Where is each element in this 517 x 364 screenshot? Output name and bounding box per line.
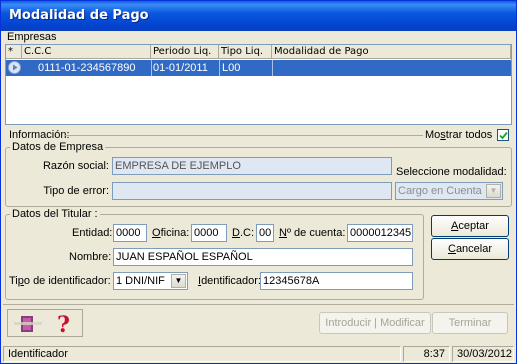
cell-divider <box>151 60 152 76</box>
razon-social-field[interactable]: EMPRESA DE EJEMPLO <box>112 157 392 175</box>
col-header-marker[interactable]: * <box>6 45 22 59</box>
help-icon[interactable]: ? <box>52 312 76 338</box>
razon-social-label: Razón social: <box>42 160 109 172</box>
col-header-ccc[interactable]: C.C.C <box>22 45 151 59</box>
app-window: Modalidad de Pago Empresas * C.C.C Perio… <box>0 0 517 364</box>
col-header-periodo[interactable]: Periodo Liq. <box>151 45 219 59</box>
chevron-down-icon[interactable]: ▼ <box>171 274 186 288</box>
introducir-modificar-button[interactable]: Introducir | Modificar <box>319 312 431 334</box>
cell-divider <box>219 60 220 76</box>
empresas-grid[interactable]: * C.C.C Periodo Liq. Tipo Liq. Modalidad… <box>5 44 512 125</box>
oficina-field[interactable]: 0000 <box>191 224 227 242</box>
window-title: Modalidad de Pago <box>9 8 149 23</box>
empresas-group-label: Empresas <box>7 31 57 43</box>
divider <box>65 135 423 136</box>
aceptar-button[interactable]: Aceptar <box>431 215 509 237</box>
tipo-identificador-select[interactable]: 1 DNI/NIF ▼ <box>113 272 188 290</box>
divider <box>3 304 514 305</box>
oficina-label: Oficina: <box>152 227 190 239</box>
cell-divider <box>272 60 273 76</box>
check-icon <box>499 131 508 140</box>
identificador-label: Identificador: <box>198 275 261 287</box>
cell-periodo: 01-01/2011 <box>153 62 208 74</box>
toolbar-panel: ? <box>7 309 83 338</box>
nombre-field[interactable]: JUAN ESPAÑOL ESPAÑOL <box>113 248 413 266</box>
status-bar: Identificador 8:37 30/03/2012 <box>1 344 516 363</box>
cuenta-label: Nº de cuenta: <box>279 227 346 239</box>
tipo-identificador-value: 1 DNI/NIF <box>116 275 165 287</box>
datos-empresa-legend: Datos de Empresa <box>12 141 104 153</box>
tipo-error-label: Tipo de error: <box>43 185 109 197</box>
terminar-button[interactable]: Terminar <box>432 312 508 334</box>
tipo-identificador-label: Tipo de identificador: <box>9 275 111 287</box>
svg-text:?: ? <box>57 312 70 336</box>
identificador-field[interactable]: 12345678A <box>260 272 413 290</box>
status-field: Identificador <box>3 346 401 362</box>
entidad-field[interactable]: 0000 <box>113 224 147 242</box>
status-time: 8:37 <box>403 346 450 362</box>
col-header-modalidad[interactable]: Modalidad de Pago <box>272 45 511 59</box>
seleccione-modalidad-label: Seleccione modalidad: <box>396 166 507 178</box>
cancelar-button[interactable]: Cancelar <box>431 238 509 260</box>
cuenta-field[interactable]: 0000012345 <box>347 224 413 242</box>
toolbox-icon[interactable] <box>13 314 43 334</box>
entidad-label: Entidad: <box>72 227 113 239</box>
play-circle-icon <box>8 61 21 74</box>
title-bar[interactable]: Modalidad de Pago <box>1 1 516 31</box>
mostrar-todos-label[interactable]: Mostrar todos <box>425 129 492 141</box>
dc-field[interactable]: 00 <box>256 224 274 242</box>
dc-label: D.C: <box>232 227 255 239</box>
tipo-error-field[interactable] <box>112 182 392 200</box>
chevron-down-icon[interactable]: ▼ <box>486 184 501 198</box>
informacion-label: Información: <box>9 129 70 141</box>
modalidad-select[interactable]: Cargo en Cuenta ▼ <box>395 182 503 200</box>
cell-ccc: 0111-01-234567890 <box>38 62 136 74</box>
datos-titular-legend: Datos del Titular : <box>12 208 98 220</box>
table-row[interactable]: 0111-01-234567890 01-01/2011 L00 <box>6 60 511 76</box>
mostrar-todos-checkbox[interactable] <box>497 129 509 141</box>
cell-tipo: L00 <box>222 62 241 74</box>
status-date: 30/03/2012 <box>452 346 514 362</box>
nombre-label: Nombre: <box>69 251 112 263</box>
modalidad-select-value: Cargo en Cuenta <box>398 185 482 197</box>
col-header-tipo[interactable]: Tipo Liq. <box>219 45 272 59</box>
